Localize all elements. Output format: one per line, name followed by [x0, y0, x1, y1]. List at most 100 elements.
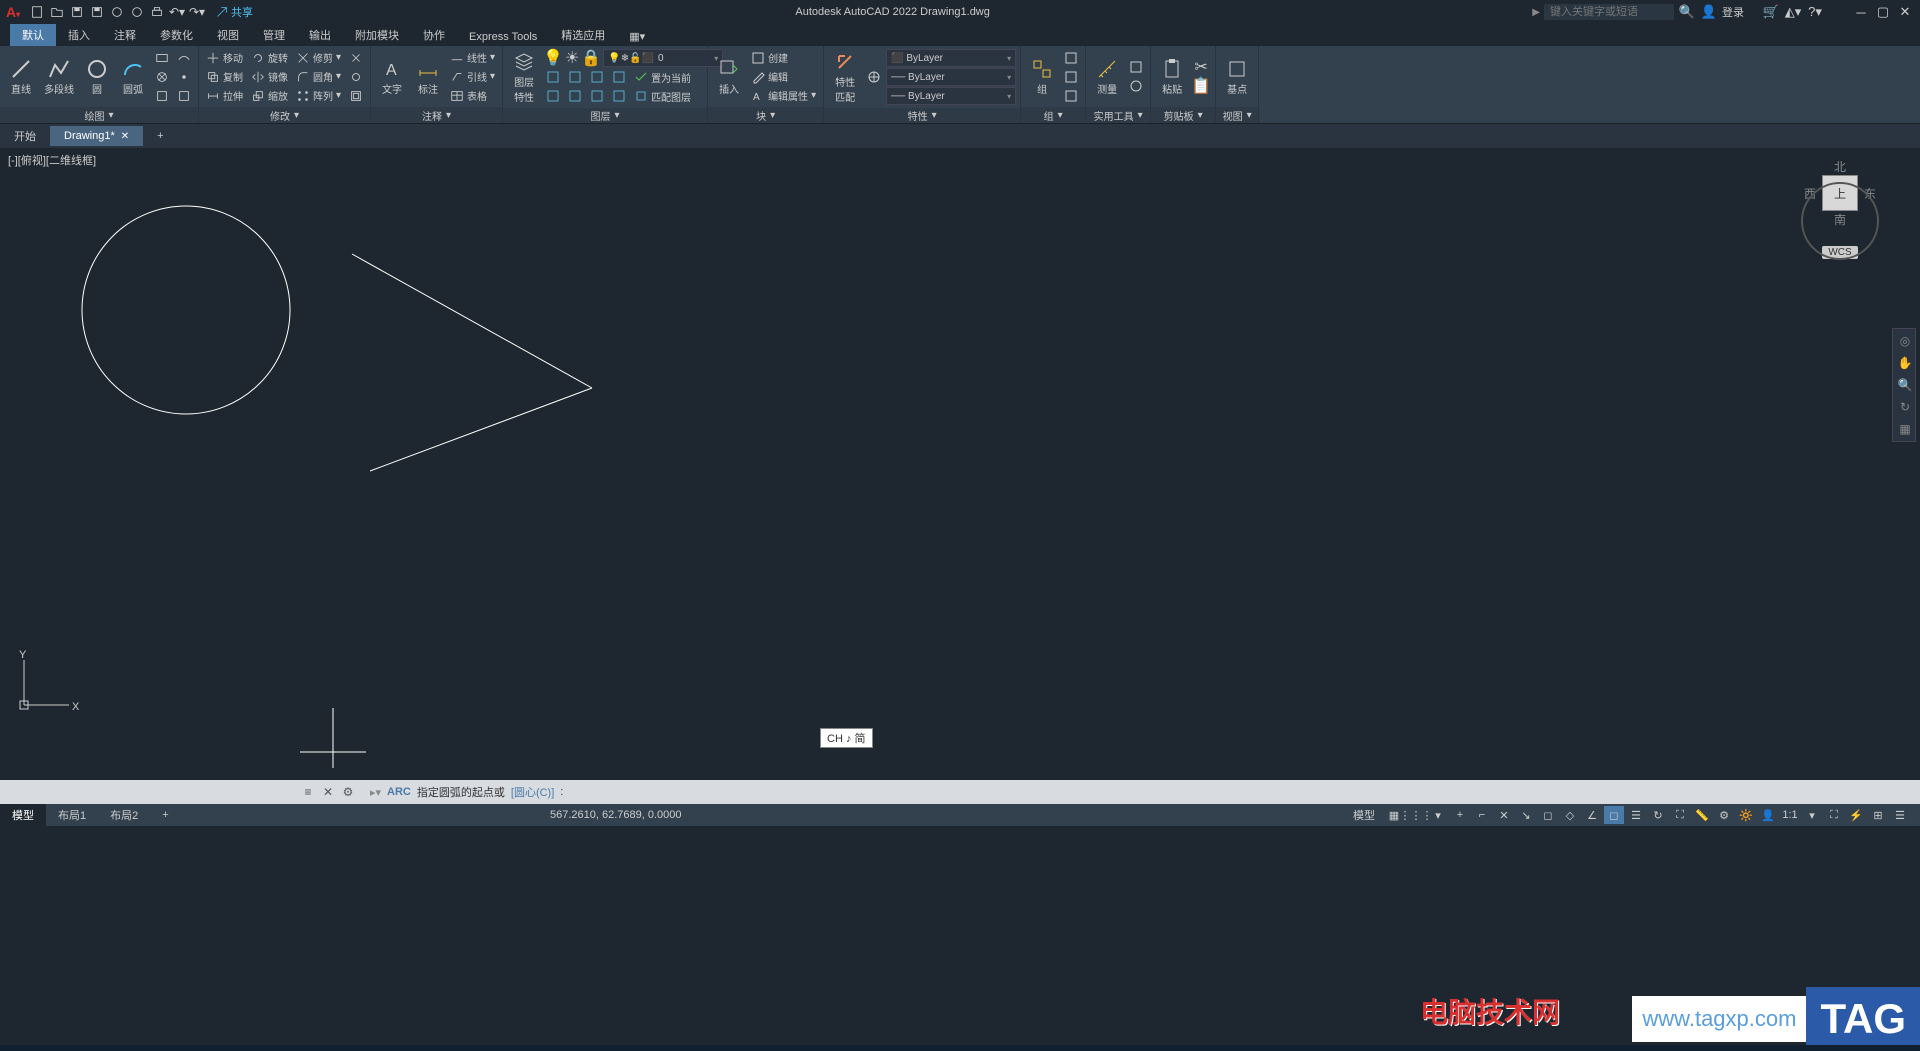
- insert-block-button[interactable]: 插入: [712, 55, 746, 98]
- close-button[interactable]: ✕: [1896, 3, 1914, 21]
- new-icon[interactable]: [28, 3, 46, 21]
- arc-button[interactable]: 圆弧: [116, 55, 150, 98]
- hw-icon[interactable]: ⚡: [1846, 806, 1866, 824]
- cart-icon[interactable]: 🛒: [1762, 3, 1780, 21]
- edit-block-button[interactable]: 编辑: [748, 68, 819, 86]
- otrack-icon[interactable]: ∠: [1582, 806, 1602, 824]
- tab-express[interactable]: Express Tools: [457, 28, 549, 46]
- tab-start[interactable]: 开始: [0, 124, 50, 148]
- drawing-viewport[interactable]: [-][俯视][二维线框] 北 西 上 东 南 WCS ◎ ✋ 🔍 ↻ ▦ Y …: [0, 148, 1920, 780]
- lw-icon[interactable]: ◻: [1604, 806, 1624, 824]
- tab-featured[interactable]: 精选应用: [549, 24, 617, 46]
- base-button[interactable]: 基点: [1220, 55, 1254, 98]
- group-i1-icon[interactable]: [1061, 49, 1081, 67]
- tab-addins[interactable]: 附加模块: [343, 24, 411, 46]
- scale-button[interactable]: 缩放: [248, 87, 291, 105]
- print-icon[interactable]: [148, 3, 166, 21]
- status-model-label[interactable]: 模型: [1346, 806, 1382, 824]
- hatch-icon[interactable]: [152, 68, 172, 86]
- dim-button[interactable]: 标注: [411, 55, 445, 98]
- steering-wheel-icon[interactable]: ◎: [1895, 331, 1915, 351]
- color-selector[interactable]: ⬛ ByLayer▾: [886, 49, 1016, 67]
- 3dosnap-icon[interactable]: ◇: [1560, 806, 1580, 824]
- layer-i5-icon[interactable]: [543, 87, 563, 105]
- copy-button[interactable]: 复制: [203, 68, 246, 86]
- orbit-icon[interactable]: ↻: [1895, 397, 1915, 417]
- util-i2-icon[interactable]: [1126, 77, 1146, 95]
- tab-collab[interactable]: 协作: [411, 24, 457, 46]
- saveas-icon[interactable]: [88, 3, 106, 21]
- text-button[interactable]: A文字: [375, 55, 409, 98]
- tab-extra-icon[interactable]: ▦▾: [617, 27, 657, 46]
- cmd-close-icon[interactable]: ✕: [320, 784, 336, 800]
- maximize-button[interactable]: ▢: [1874, 3, 1892, 21]
- spline-icon[interactable]: [174, 49, 194, 67]
- units-icon[interactable]: 1:1: [1780, 806, 1800, 824]
- autodesk-icon[interactable]: ◭▾: [1784, 3, 1802, 21]
- layout1-tab[interactable]: 布局1: [46, 804, 98, 826]
- layer-i6-icon[interactable]: [565, 87, 585, 105]
- layout-add-button[interactable]: +: [150, 806, 180, 824]
- snap-icon[interactable]: ⋮⋮⋮: [1406, 806, 1426, 824]
- group-i2-icon[interactable]: [1061, 68, 1081, 86]
- help-icon[interactable]: ?▾: [1806, 3, 1824, 21]
- lineweight-selector[interactable]: ── ByLayer▾: [886, 68, 1016, 86]
- edit-attr-button[interactable]: A编辑属性▾: [748, 87, 819, 105]
- search-icon[interactable]: 🔍: [1678, 3, 1696, 21]
- tab-insert[interactable]: 插入: [56, 24, 102, 46]
- search-input[interactable]: [1544, 4, 1674, 20]
- tab-output[interactable]: 输出: [297, 24, 343, 46]
- clean-icon[interactable]: ⛶: [1824, 806, 1844, 824]
- dyn-icon[interactable]: +: [1450, 806, 1470, 824]
- osnap-icon[interactable]: ◻: [1538, 806, 1558, 824]
- tab-add-button[interactable]: +: [143, 126, 177, 146]
- stretch-button[interactable]: 拉伸: [203, 87, 246, 105]
- redo-icon[interactable]: ↷▾: [188, 3, 206, 21]
- linear-button[interactable]: 线性▾: [447, 49, 498, 67]
- tab-manage[interactable]: 管理: [251, 24, 297, 46]
- viewcube-north[interactable]: 北: [1834, 158, 1846, 175]
- cut-icon[interactable]: ✂: [1191, 58, 1211, 76]
- command-line[interactable]: ≡ ✕ ⚙ ▸▾ ARC 指定圆弧的起点或 [圆心(C)] :: [0, 780, 1920, 804]
- paste-button[interactable]: 粘贴: [1155, 55, 1189, 98]
- zoom-extents-icon[interactable]: 🔍: [1895, 375, 1915, 395]
- viewcube-ring-icon[interactable]: [1801, 182, 1879, 260]
- mirror-button[interactable]: 镜像: [248, 68, 291, 86]
- trim-button[interactable]: 修剪▾: [293, 49, 344, 67]
- user-icon[interactable]: 👤: [1700, 3, 1718, 21]
- layout-model-tab[interactable]: 模型: [0, 804, 46, 826]
- tab-drawing1[interactable]: Drawing1*✕: [50, 126, 143, 146]
- ws-icon[interactable]: ⚙: [1714, 806, 1734, 824]
- linetype-selector[interactable]: ── ByLayer▾: [886, 87, 1016, 105]
- explode-icon[interactable]: [346, 68, 366, 86]
- layout2-tab[interactable]: 布局2: [98, 804, 150, 826]
- save-icon[interactable]: [68, 3, 86, 21]
- group-button[interactable]: 组: [1025, 55, 1059, 98]
- tab-close-icon[interactable]: ✕: [121, 131, 129, 142]
- tab-view[interactable]: 视图: [205, 24, 251, 46]
- trans-icon[interactable]: ☰: [1626, 806, 1646, 824]
- leader-button[interactable]: 引线▾: [447, 68, 498, 86]
- layer-i2-icon[interactable]: [565, 68, 585, 86]
- match-props-button[interactable]: 特性 匹配: [828, 48, 862, 106]
- cmd-history-icon[interactable]: ≡: [300, 784, 316, 800]
- layer-i4-icon[interactable]: [609, 68, 629, 86]
- table-button[interactable]: 表格: [447, 87, 498, 105]
- command-option[interactable]: [圆心(C)]: [511, 784, 554, 800]
- open-icon[interactable]: [48, 3, 66, 21]
- match-layer-button[interactable]: 匹配图层: [631, 87, 694, 105]
- rotate-button[interactable]: 旋转: [248, 49, 291, 67]
- layer-i8-icon[interactable]: [609, 87, 629, 105]
- group-i3-icon[interactable]: [1061, 87, 1081, 105]
- ellipse-icon[interactable]: [152, 87, 172, 105]
- fillet-button[interactable]: 圆角▾: [293, 68, 344, 86]
- polar-icon[interactable]: ✕: [1494, 806, 1514, 824]
- showmotion-icon[interactable]: ▦: [1895, 419, 1915, 439]
- layer-i3-icon[interactable]: [587, 68, 607, 86]
- copy-clip-icon[interactable]: 📋: [1191, 77, 1211, 95]
- util-i1-icon[interactable]: [1126, 58, 1146, 76]
- point-icon[interactable]: [174, 68, 194, 86]
- undo-icon[interactable]: ↶▾: [168, 3, 186, 21]
- color-wheel-icon[interactable]: [864, 68, 884, 86]
- layer-i1-icon[interactable]: [543, 68, 563, 86]
